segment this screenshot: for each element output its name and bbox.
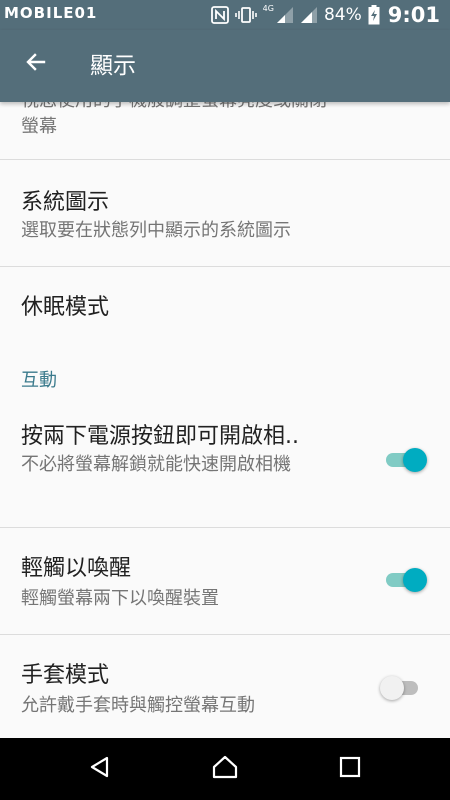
setting-item-brightness[interactable]: 視您使用的手機般調整螢幕亮度或關閉 螢幕 <box>0 102 450 158</box>
clock: 9:01 <box>387 3 440 27</box>
setting-item-glove-mode[interactable]: 手套模式 允許戴手套時與觸控螢幕互動 <box>0 635 450 738</box>
nav-back-button[interactable] <box>82 751 118 787</box>
nav-home-button[interactable] <box>207 751 243 787</box>
sleep-title: 休眠模式 <box>21 295 110 320</box>
app-bar: 顯示 <box>0 30 450 102</box>
toggle-thumb <box>403 568 427 592</box>
nfc-icon <box>210 6 229 24</box>
page-title: 顯示 <box>90 53 136 79</box>
setting-item-tap-to-wake[interactable]: 輕觸以喚醒 輕觸螢幕兩下以喚醒裝置 <box>0 528 450 634</box>
setting-item-system-icons[interactable]: 系統圖示 選取要在狀態列中顯示的系統圖示 <box>0 160 450 266</box>
status-bar: MOBILE01 4G 84% 9:01 <box>0 0 450 30</box>
setting-item-sleep[interactable]: 休眠模式 <box>0 267 450 342</box>
battery-percent: 84% <box>323 5 362 25</box>
glove-mode-toggle[interactable] <box>380 673 428 703</box>
double-tap-camera-title: 按兩下電源按鈕即可開啟相.. <box>21 424 299 449</box>
nav-recents-button[interactable] <box>332 751 368 787</box>
vibrate-icon <box>234 6 257 24</box>
square-recents-icon <box>339 756 361 782</box>
signal-icon <box>276 6 294 24</box>
setting-item-double-tap-camera[interactable]: 按兩下電源按鈕即可開啟相.. 不必將螢幕解鎖就能快速開啟相機 <box>0 402 450 527</box>
tap-to-wake-toggle[interactable] <box>386 565 428 595</box>
toggle-thumb <box>403 448 427 472</box>
double-tap-camera-summary: 不必將螢幕解鎖就能快速開啟相機 <box>21 454 291 475</box>
section-header-interaction: 互動 <box>21 370 57 391</box>
double-tap-camera-toggle[interactable] <box>386 445 428 475</box>
navigation-bar <box>0 738 450 800</box>
settings-list[interactable]: 視您使用的手機般調整螢幕亮度或關閉 螢幕 系統圖示 選取要在狀態列中顯示的系統圖… <box>0 102 450 738</box>
brightness-summary: 視您使用的手機般調整螢幕亮度或關閉 <box>21 102 421 114</box>
house-home-icon <box>212 754 238 784</box>
triangle-back-icon <box>88 755 112 783</box>
signal-secondary-icon <box>300 6 318 24</box>
tap-to-wake-summary: 輕觸螢幕兩下以喚醒裝置 <box>21 588 219 609</box>
system-icons-summary: 選取要在狀態列中顯示的系統圖示 <box>21 220 291 241</box>
brightness-summary-line2: 螢幕 <box>21 116 57 137</box>
tap-to-wake-title: 輕觸以喚醒 <box>21 556 132 581</box>
glove-mode-title: 手套模式 <box>21 663 110 688</box>
toggle-thumb <box>380 676 404 700</box>
watermark-logo: MOBILE01 <box>4 4 98 22</box>
back-button[interactable] <box>14 42 58 86</box>
network-type-label: 4G <box>262 3 274 13</box>
glove-mode-summary: 允許戴手套時與觸控螢幕互動 <box>21 695 255 716</box>
arrow-left-icon <box>24 50 48 78</box>
status-icons: 4G 84% 9:01 <box>210 0 440 30</box>
battery-charging-icon <box>368 5 380 25</box>
system-icons-title: 系統圖示 <box>21 190 110 215</box>
